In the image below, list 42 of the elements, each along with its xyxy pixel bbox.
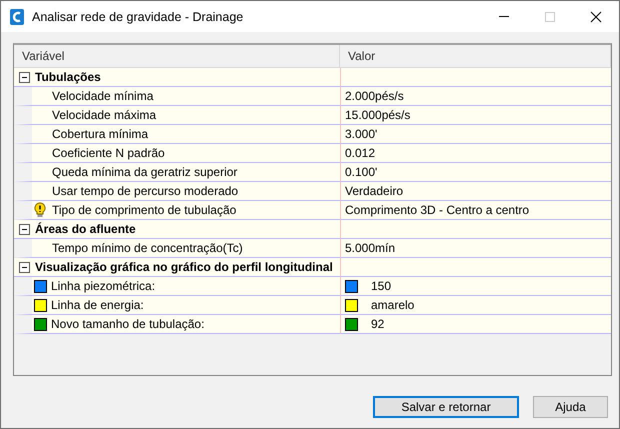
- column-header[interactable]: Variável: [14, 45, 340, 68]
- property-name: Tempo mínimo de concentração(Tc): [52, 241, 243, 255]
- property-value[interactable]: 3.000': [345, 127, 378, 141]
- group-label: Tubulações: [35, 70, 101, 84]
- property-value[interactable]: 92: [371, 317, 384, 331]
- property-value[interactable]: 0.100': [345, 165, 378, 179]
- property-value[interactable]: Comprimento 3D - Centro a centro: [345, 203, 530, 217]
- column-header[interactable]: Valor: [340, 45, 611, 68]
- property-name: Queda mínima da geratriz superior: [52, 165, 238, 179]
- group-label: Visualização gráfica no gráfico do perfil longitudinal: [35, 260, 333, 274]
- window-title: Analisar rede de gravidade - Drainage: [32, 10, 244, 24]
- property-name: Velocidade máxima: [52, 108, 156, 122]
- collapse-icon[interactable]: [19, 262, 30, 272]
- app-icon: [10, 8, 24, 24]
- property-value[interactable]: 0.012: [345, 146, 376, 160]
- property-name: Linha piezométrica:: [51, 279, 156, 293]
- collapse-icon[interactable]: [19, 72, 30, 82]
- property-name: Novo tamanho de tubulação:: [51, 317, 204, 331]
- property-value[interactable]: 5.000mín: [345, 241, 396, 255]
- collapse-icon[interactable]: [19, 224, 30, 234]
- lightbulb-icon: [34, 202, 46, 218]
- color-swatch[interactable]: [345, 318, 358, 330]
- property-value[interactable]: Verdadeiro: [345, 184, 404, 198]
- color-swatch[interactable]: [345, 280, 358, 292]
- dialog-button[interactable]: Ajuda: [533, 396, 608, 418]
- close-icon[interactable]: [590, 10, 602, 22]
- property-value[interactable]: 150: [371, 279, 392, 293]
- property-name: Coeficiente N padrão: [52, 146, 165, 160]
- property-name: Velocidade mínima: [52, 89, 154, 103]
- group-header[interactable]: Visualização gráfica no gráfico do perfil longitudinal: [14, 258, 340, 277]
- property-value[interactable]: 2.000pés/s: [345, 89, 404, 103]
- property-name: Tipo de comprimento de tubulação: [52, 203, 236, 217]
- property-value[interactable]: amarelo: [371, 298, 414, 312]
- color-swatch[interactable]: [345, 298, 358, 312]
- dialog-button[interactable]: Salvar e retornar: [373, 396, 519, 418]
- property-name: Cobertura mínima: [52, 127, 148, 141]
- group-header[interactable]: Áreas do afluente: [14, 220, 340, 239]
- property-name: Usar tempo de percurso moderado: [52, 184, 238, 198]
- property-value[interactable]: 15.000pés/s: [345, 108, 410, 122]
- group-header[interactable]: Tubulações: [14, 68, 340, 87]
- property-name: Linha de energia:: [51, 298, 144, 312]
- group-label: Áreas do afluente: [35, 222, 136, 236]
